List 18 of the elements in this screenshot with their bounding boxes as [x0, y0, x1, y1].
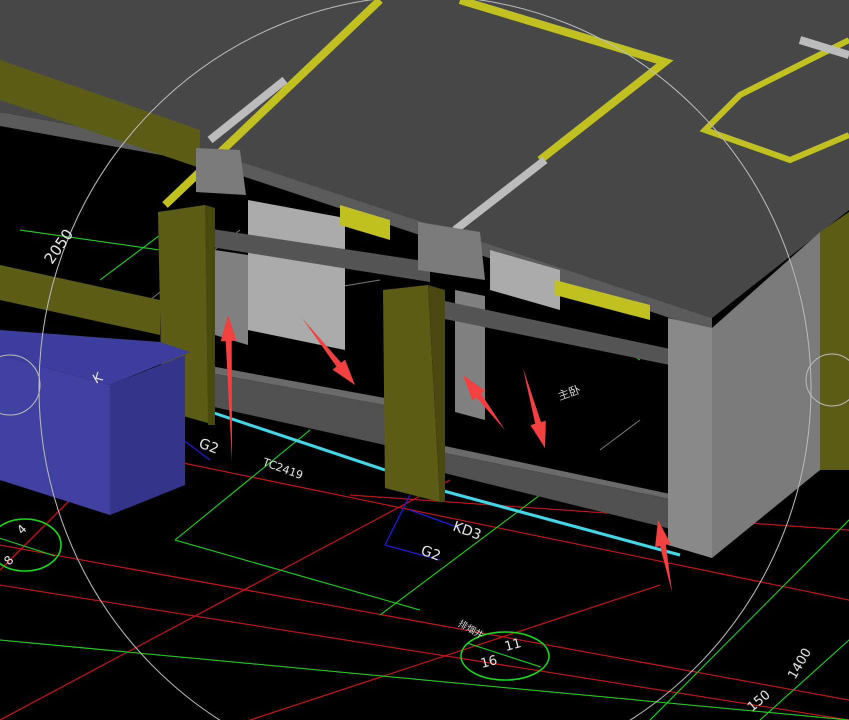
plan-label: 8 — [1, 552, 17, 568]
plan-label: G2 — [418, 542, 443, 565]
column-cap-block — [418, 222, 485, 280]
plan-label: 4 — [14, 522, 30, 538]
plan-label: 16 — [479, 653, 500, 672]
plan-label: 主卧 — [556, 383, 582, 403]
annotation-arrow — [302, 318, 355, 385]
plan-label: 150 — [744, 688, 774, 716]
plan-label: 排烟井 — [456, 618, 485, 642]
annotation-arrow — [655, 520, 672, 592]
plan-label: 11 — [503, 636, 524, 655]
plan-label: G2 — [196, 436, 221, 458]
column-cap-block — [196, 148, 246, 195]
annotation-arrow — [463, 375, 505, 430]
grid-bubble-drawing — [0, 518, 62, 572]
slab-edge-strip — [340, 205, 390, 240]
plan-label: KD3 — [450, 518, 484, 544]
plan-label: K — [90, 370, 106, 388]
